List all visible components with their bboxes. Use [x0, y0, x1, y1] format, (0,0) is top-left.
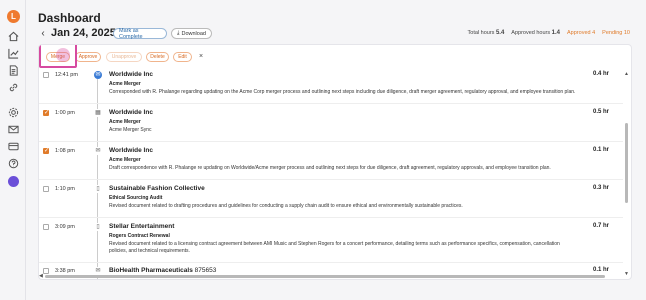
row-divider [39, 262, 623, 263]
row-divider [39, 141, 623, 142]
mark-complete-button[interactable]: Mark as Complete [113, 28, 167, 40]
page-title: Dashboard [38, 11, 101, 25]
scroll-left-icon[interactable]: ◀ [39, 273, 43, 279]
entry-matter: Rogers Contract Renewal [109, 233, 170, 239]
entry-hours: 0.4 hr [592, 71, 609, 77]
total-hours-label: Total hours [467, 30, 495, 36]
entry-time: 3:09 pm [55, 224, 75, 230]
total-hours-value: 5.4 [495, 30, 505, 36]
approved-hours: Approved hours 1.4 [511, 30, 560, 36]
help-icon[interactable] [8, 158, 19, 169]
bulk-action-toolbar: Merge Approve Unapprove Delete Edit × [39, 45, 631, 68]
entry-hours: 0.1 hr [592, 147, 609, 153]
avatar[interactable] [8, 176, 19, 187]
entry-description: Revised document related to a licensing … [109, 241, 560, 254]
entry-hours: 0.3 hr [592, 185, 609, 191]
entries-list: 12:41 pm ✉ Worldwide Inc Acme Merger Cor… [39, 69, 623, 279]
entry-hours: 0.1 hr [592, 267, 609, 273]
home-icon[interactable] [8, 31, 19, 42]
chat-icon: ✉ [94, 71, 102, 79]
entry-time: 1:08 pm [55, 148, 75, 154]
current-date: Jan 24, 2025 [51, 27, 116, 39]
approved-hours-label: Approved hours [511, 30, 551, 36]
entry-client[interactable]: Sustainable Fashion Collective [109, 185, 205, 192]
approved-count-tab[interactable]: Approved 4 [567, 30, 595, 36]
chevron-left-icon[interactable]: ‹ [38, 28, 48, 39]
entry-checkbox[interactable] [43, 224, 49, 230]
download-button[interactable]: ⤓ Download [171, 28, 212, 39]
chart-icon[interactable] [8, 48, 19, 59]
entry-description: Corresponded with R. Phalange regarding … [109, 89, 576, 95]
pending-count-tab[interactable]: Pending 10 [602, 30, 630, 36]
total-hours: Total hours 5.4 [468, 30, 505, 36]
unapprove-button[interactable]: Unapprove [106, 52, 142, 62]
mail-icon: ✉ [94, 147, 102, 155]
download-label: Download [181, 30, 206, 37]
delete-button[interactable]: Delete [146, 52, 169, 62]
scroll-thumb-horizontal[interactable] [45, 275, 605, 278]
mail-icon[interactable] [8, 124, 19, 135]
calendar-icon: ▦ [94, 109, 102, 117]
entry-checkbox[interactable] [43, 186, 49, 192]
edit-button[interactable]: Edit [173, 52, 192, 62]
entry-matter: Acme Merger [109, 119, 141, 125]
document-icon: ▯ [94, 223, 102, 231]
approve-button[interactable]: Approve [75, 52, 101, 62]
entry-matter: Acme Merger [109, 81, 141, 87]
merge-highlight [39, 45, 77, 68]
entry-client[interactable]: Worldwide Inc [109, 109, 153, 116]
entry-client[interactable]: Worldwide Inc [109, 71, 153, 78]
entry-client[interactable]: Worldwide Inc [109, 147, 153, 154]
scroll-down-icon[interactable]: ▼ [624, 271, 629, 277]
entries-card: Merge Approve Unapprove Delete Edit × 12… [38, 44, 632, 280]
sidebar: L [0, 0, 26, 300]
entry-matter: Ethical Sourcing Audit [109, 195, 163, 201]
vertical-scrollbar[interactable]: ▲ ▼ [624, 71, 629, 279]
approved-hours-value: 1.4 [551, 30, 561, 36]
download-icon: ⤓ [177, 30, 180, 36]
scroll-thumb[interactable] [625, 123, 628, 203]
entry-matter: Acme Merger [109, 157, 141, 163]
entry-hours: 0.7 hr [592, 223, 609, 229]
row-divider [39, 103, 623, 104]
entry-description: Draft correspondence with R. Phalange re… [109, 165, 551, 171]
entry-client-name: BioHealth Pharmaceuticals [109, 267, 193, 274]
document-icon[interactable] [8, 65, 19, 76]
entry-hours: 0.5 hr [592, 109, 609, 115]
entry-client[interactable]: Stellar Entertainment [109, 223, 174, 230]
hours-summary: Total hours 5.4 Approved hours 1.4 Appro… [468, 30, 630, 36]
entry-time: 12:41 pm [55, 72, 78, 78]
link-icon[interactable] [8, 82, 19, 93]
app-root: L Dashboard ‹ Jan 24, 2025 › Ma [0, 0, 646, 300]
gear-icon[interactable] [8, 107, 19, 118]
horizontal-scrollbar[interactable]: ◀ [39, 273, 623, 279]
card-icon[interactable] [8, 141, 19, 152]
scroll-up-icon[interactable]: ▲ [624, 71, 629, 77]
entry-time: 1:00 pm [55, 110, 75, 116]
document-icon: ▯ [94, 185, 102, 193]
entry-checkbox[interactable] [43, 72, 49, 78]
row-divider [39, 179, 623, 180]
entry-checkbox[interactable] [43, 109, 49, 116]
entry-checkbox[interactable] [43, 147, 49, 154]
close-icon[interactable]: × [199, 53, 203, 60]
entry-description: Revised document related to drafting pro… [109, 203, 463, 209]
row-divider [39, 217, 623, 218]
entry-time: 1:10 pm [55, 186, 75, 192]
entry-client-suffix: 875653 [194, 267, 217, 274]
entry-client[interactable]: BioHealth Pharmaceuticals 875653 [109, 267, 216, 274]
app-logo[interactable]: L [7, 10, 20, 23]
entry-description: Acme Merger Sync [109, 127, 152, 133]
